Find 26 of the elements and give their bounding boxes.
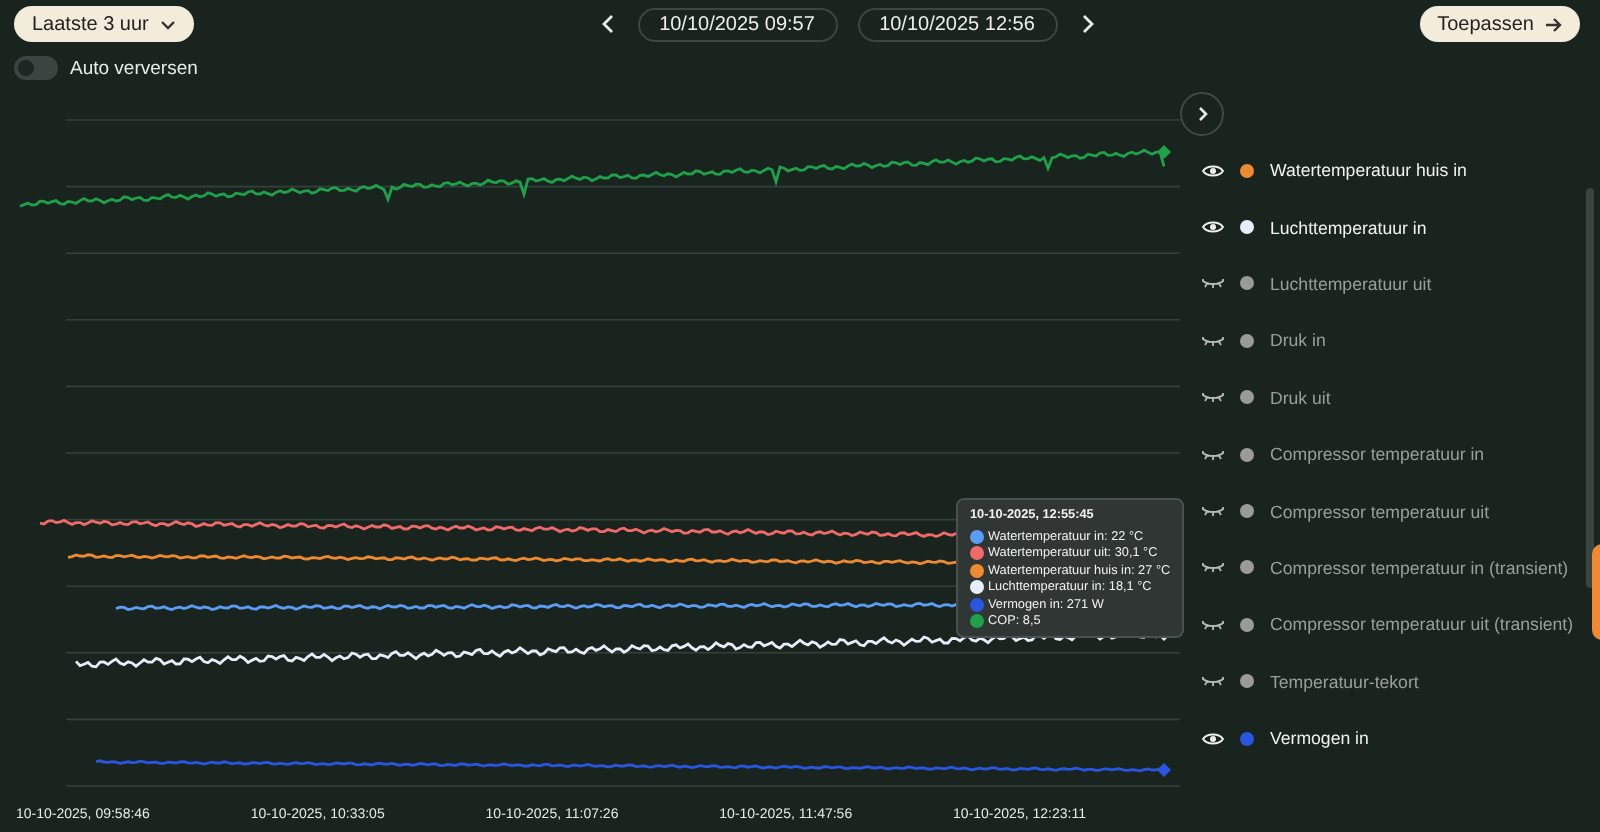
chevron-right-icon <box>1081 14 1093 34</box>
chevron-down-icon <box>160 19 177 29</box>
next-button[interactable] <box>1077 10 1097 38</box>
legend-item[interactable]: Temperatuur-tekort <box>1180 653 1431 710</box>
legend-item[interactable]: Compressor temperatuur uit <box>1180 482 1502 540</box>
chevron-left-icon <box>601 14 613 34</box>
legend-item[interactable]: Druk in <box>1180 312 1338 370</box>
legend-item[interactable]: Compressor temperatuur uit (transient) <box>1180 596 1586 654</box>
auto-refresh-toggle[interactable] <box>14 56 58 80</box>
legend-item[interactable]: Luchttemperatuur uit <box>1180 255 1444 313</box>
apply-button[interactable]: Toepassen <box>1419 6 1580 42</box>
legend-item[interactable]: Compressor temperatuur in (transient) <box>1180 539 1581 597</box>
legend-item[interactable]: Druk uit <box>1180 369 1343 426</box>
legend-item[interactable]: Watertemperatuur huis in <box>1180 142 1479 199</box>
previous-button[interactable] <box>597 10 617 38</box>
chevron-right-icon <box>1197 106 1207 122</box>
collapse-button[interactable] <box>1180 92 1224 136</box>
arrow-right-icon <box>1546 17 1562 31</box>
range-dropdown[interactable]: Laatste 3 uur <box>14 6 195 42</box>
end-date-field[interactable]: 10/10/2025 12:56 <box>857 7 1057 41</box>
legend-item[interactable]: Vermogen in <box>1180 709 1381 767</box>
start-date-field[interactable]: 10/10/2025 09:57 <box>637 7 837 41</box>
auto-refresh-label: Auto verversen <box>70 57 198 79</box>
legend-item[interactable]: Luchttemperatuur in <box>1180 198 1439 256</box>
legend-item[interactable]: Compressor temperatuur in <box>1180 425 1497 483</box>
scrollbar[interactable] <box>1586 188 1594 588</box>
